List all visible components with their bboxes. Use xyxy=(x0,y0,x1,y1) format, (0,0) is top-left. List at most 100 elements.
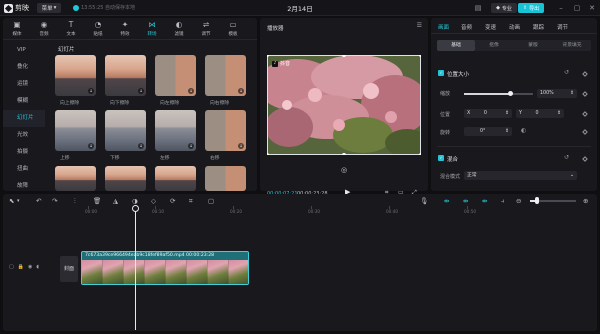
transition-thumb[interactable]: ↓ xyxy=(55,110,96,151)
blend-checkbox[interactable]: ✓ xyxy=(438,155,444,161)
subtab-background[interactable]: 背景填充 xyxy=(553,40,591,51)
download-icon[interactable]: ↓ xyxy=(88,143,94,149)
eye-icon[interactable]: ◉ xyxy=(28,264,32,270)
transition-thumb[interactable] xyxy=(155,166,196,191)
project-title[interactable]: 2月14日 xyxy=(287,5,312,13)
download-icon[interactable]: ↓ xyxy=(188,143,194,149)
resize-handle[interactable] xyxy=(419,55,421,57)
transition-thumb[interactable]: ↓ xyxy=(155,110,196,151)
scale-slider-knob[interactable] xyxy=(508,91,513,96)
tab-adjust[interactable]: 调节 xyxy=(557,23,568,31)
transition-thumb[interactable] xyxy=(55,166,96,191)
keyframe-icon[interactable] xyxy=(582,91,588,97)
close-icon[interactable]: ✕ xyxy=(587,2,597,14)
reset-icon[interactable]: ↺ xyxy=(564,69,569,76)
transition-thumb[interactable]: ↓ xyxy=(205,110,246,151)
tool-transition[interactable]: ⋈ 转场 xyxy=(140,20,164,38)
category-blur[interactable]: 模糊 xyxy=(3,93,45,110)
track-lock-icon[interactable]: ▢ xyxy=(9,264,14,270)
maximize-icon[interactable]: ▢ xyxy=(572,2,582,14)
subtab-mask[interactable]: 蒙版 xyxy=(514,40,552,51)
zoom-slider-knob[interactable] xyxy=(535,197,539,204)
speaker-icon[interactable]: ◖ xyxy=(36,264,39,270)
transition-thumb[interactable]: ↓ xyxy=(105,110,146,151)
category-slideshow[interactable]: 幻灯片 xyxy=(3,110,45,127)
stepper-icon[interactable]: ⇕ xyxy=(505,109,509,118)
tool-effects[interactable]: ✦ 特效 xyxy=(113,20,137,38)
playhead-handle[interactable] xyxy=(132,205,139,212)
download-icon[interactable]: ↓ xyxy=(238,88,244,94)
layout-icon[interactable]: ▤ xyxy=(473,2,483,14)
stepper-icon[interactable]: ⇕ xyxy=(570,89,574,98)
playhead[interactable] xyxy=(135,207,136,330)
tab-speed[interactable]: 变速 xyxy=(485,23,496,31)
tool-template[interactable]: ▭ 模板 xyxy=(221,20,245,38)
preview-axis-icon[interactable]: ⇹ xyxy=(482,197,487,205)
keyframe-icon[interactable] xyxy=(582,156,588,162)
category-distort[interactable]: 扭曲 xyxy=(3,161,45,178)
tool-text[interactable]: T 文本 xyxy=(59,20,83,38)
mirror-icon[interactable]: ◮ xyxy=(113,197,118,205)
tab-audio[interactable]: 音频 xyxy=(461,23,472,31)
lock-icon[interactable]: 🔒 xyxy=(18,264,24,270)
crop-icon[interactable]: ⌗ xyxy=(189,197,193,206)
rotation-field[interactable]: 0° ⇕ xyxy=(464,127,512,136)
link-audio-icon[interactable]: ⇹ xyxy=(463,197,468,205)
position-x-field[interactable]: X 0 ⇕ xyxy=(464,109,512,118)
resize-handle[interactable] xyxy=(267,153,269,155)
category-glitch[interactable]: 故障 xyxy=(3,178,45,195)
tool-sticker[interactable]: ◔ 贴纸 xyxy=(86,20,110,38)
subtab-cutout[interactable]: 抠像 xyxy=(475,40,513,51)
tab-video[interactable]: 画面 xyxy=(438,23,449,31)
split-icon[interactable]: ⫶ xyxy=(74,197,76,206)
category-camera[interactable]: 运镜 xyxy=(3,76,45,93)
chevron-down-icon[interactable]: ▾ xyxy=(17,198,20,204)
rotate-dial-icon[interactable]: ◐ xyxy=(521,127,526,134)
tool-filter[interactable]: ◐ 滤镜 xyxy=(167,20,191,38)
keyframe-icon[interactable] xyxy=(582,129,588,135)
link-main-track-icon[interactable]: ⇹ xyxy=(444,197,449,205)
tab-tracking[interactable]: 跟踪 xyxy=(533,23,544,31)
cover-button[interactable]: 封面 xyxy=(60,256,78,282)
transition-thumb[interactable] xyxy=(205,166,246,191)
video-preview[interactable]: ♪ 抖音 xyxy=(267,55,421,155)
minimize-icon[interactable]: – xyxy=(556,2,566,14)
tool-audio[interactable]: ◉ 音频 xyxy=(32,20,56,38)
delete-icon[interactable]: 🗑 xyxy=(93,197,101,205)
microphone-icon[interactable]: 🎙 xyxy=(420,197,428,205)
stepper-icon[interactable]: ⇕ xyxy=(505,127,509,136)
reset-icon[interactable]: ↺ xyxy=(564,154,569,161)
zoom-in-icon[interactable]: ⊕ xyxy=(583,197,588,205)
split-view-icon[interactable]: ⫞ xyxy=(501,197,504,206)
tab-animation[interactable]: 动画 xyxy=(509,23,520,31)
scale-field[interactable]: 100% ⇕ xyxy=(537,89,577,98)
transition-thumb[interactable]: ↓ xyxy=(105,55,146,96)
transition-thumb[interactable]: ↓ xyxy=(155,55,196,96)
transition-thumb[interactable] xyxy=(105,166,146,191)
undo-icon[interactable]: ↶ xyxy=(36,197,41,205)
video-clip[interactable]: 7c673a39ce966494eab9c18fef89af50.mp4 00:… xyxy=(81,251,249,285)
selection-box[interactable] xyxy=(267,55,421,155)
download-icon[interactable]: ↓ xyxy=(188,88,194,94)
category-light[interactable]: 光效 xyxy=(3,127,45,144)
pro-button[interactable]: ◆ 专业 xyxy=(491,3,517,13)
stepper-icon[interactable]: ⇕ xyxy=(557,109,561,118)
category-vip[interactable]: VIP xyxy=(3,42,45,59)
export-button[interactable]: ⇪ 导出 xyxy=(518,3,544,13)
position-y-field[interactable]: Y 0 ⇕ xyxy=(516,109,564,118)
resize-handle[interactable] xyxy=(419,153,421,155)
menu-icon[interactable]: ☰ xyxy=(417,22,422,29)
category-shoot[interactable]: 拍摄 xyxy=(3,144,45,161)
rotate-icon[interactable]: ⟳ xyxy=(170,197,175,205)
zoom-out-icon[interactable]: ⊖ xyxy=(516,197,521,205)
transition-thumb[interactable]: ↓ xyxy=(205,55,246,96)
blend-mode-select[interactable]: 正常 ⌄ xyxy=(464,171,577,180)
frame-icon[interactable]: ▢ xyxy=(208,197,214,205)
camera-icon[interactable]: ◎ xyxy=(341,166,347,174)
subtab-basic[interactable]: 基础 xyxy=(437,40,475,51)
download-icon[interactable]: ↓ xyxy=(138,143,144,149)
freeze-icon[interactable]: ◇ xyxy=(151,197,156,205)
tool-adjust[interactable]: ⇌ 调节 xyxy=(194,20,218,38)
category-dissolve[interactable]: 叠化 xyxy=(3,59,45,76)
tool-media[interactable]: ▣ 媒体 xyxy=(5,20,29,38)
